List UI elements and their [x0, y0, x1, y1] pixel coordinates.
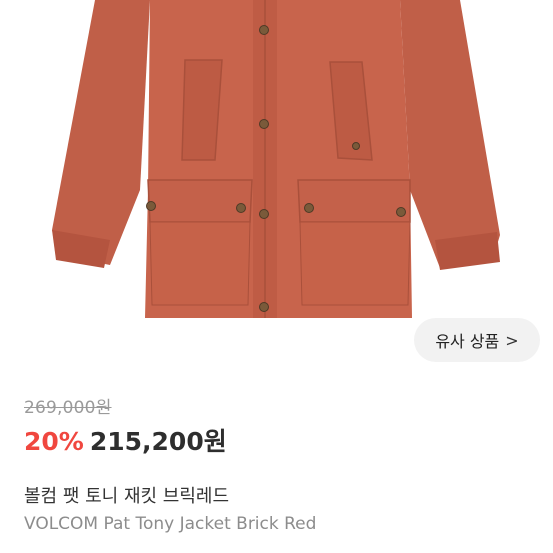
- product-image[interactable]: [0, 0, 553, 365]
- similar-products-label: 유사 상품: [435, 332, 500, 351]
- product-title-english: VOLCOM Pat Tony Jacket Brick Red: [24, 514, 317, 534]
- jacket-illustration: [52, 0, 500, 318]
- chevron-right-icon: >: [505, 330, 519, 350]
- discount-rate: 20%: [24, 427, 84, 456]
- similar-products-button[interactable]: 유사 상품 >: [414, 318, 540, 362]
- sale-price: 215,200원: [89, 427, 227, 456]
- original-price: 269,000원: [24, 398, 112, 418]
- product-title-korean: 볼컴 팻 토니 재킷 브릭레드: [24, 486, 230, 507]
- price-row: 20% 215,200원: [24, 422, 227, 458]
